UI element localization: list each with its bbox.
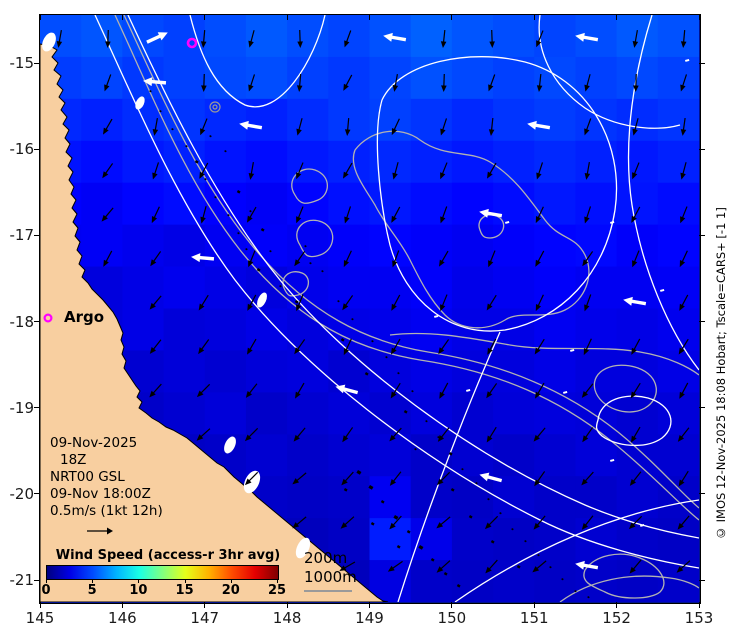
y-tick-label: -16 xyxy=(9,140,35,159)
y-tick xyxy=(34,407,40,409)
x-tick xyxy=(369,602,370,608)
depth-legend-200m: 200m xyxy=(304,549,348,567)
y-tick-right xyxy=(699,493,705,495)
y-tick-right xyxy=(699,62,705,64)
y-tick-label: -15 xyxy=(9,54,35,72)
x-tick-label: 152 xyxy=(602,609,631,627)
x-tick-top xyxy=(286,15,288,20)
y-tick xyxy=(34,62,40,64)
vector-scale-label: 0.5m/s (1kt 12h) xyxy=(50,503,163,519)
x-tick xyxy=(616,602,618,608)
y-tick-right xyxy=(699,321,705,322)
x-tick xyxy=(204,602,206,608)
x-tick-top xyxy=(533,15,535,20)
x-tick-top xyxy=(451,15,453,20)
y-tick-right xyxy=(699,407,705,409)
y-tick xyxy=(34,579,40,581)
depth-1000m-line-sample xyxy=(304,590,352,592)
timestamp-hour: 18Z xyxy=(60,452,87,468)
x-tick-top xyxy=(698,15,700,20)
depth-legend-1000m: 1000m xyxy=(304,568,357,586)
x-tick-label: 150 xyxy=(437,609,467,627)
wind-speed-colorbar: Wind Speed (access-r 3hr avg) 0 5 10 15 20 25 xyxy=(41,548,291,598)
y-tick xyxy=(34,148,40,150)
colorbar-tick-label: 25 xyxy=(267,583,287,598)
depth-contour-legend: 200m 1000m xyxy=(304,549,357,592)
model-timestamp-block: 09-Nov-2025 18Z NRT00 GSL 09-Nov 18:00Z … xyxy=(50,435,163,520)
y-tick-label: -20 xyxy=(9,484,35,503)
scale-arrow-icon xyxy=(86,521,114,540)
y-tick-label: -17 xyxy=(9,226,35,245)
x-tick xyxy=(533,602,535,608)
colorbar-tick-label: 10 xyxy=(129,583,148,598)
x-tick-top xyxy=(121,15,123,20)
colorbar-tick-label: 20 xyxy=(221,583,240,598)
y-tick xyxy=(34,234,40,236)
x-tick-top xyxy=(616,15,618,20)
figure-canvas: 145 146 147 148 149 150 151 152 153 -15 -16 -17 -18-… xyxy=(0,0,742,634)
x-tick xyxy=(698,602,700,608)
y-tick-label: -21 xyxy=(9,571,35,590)
model-time: 09-Nov 18:00Z xyxy=(50,486,151,502)
y-tick-right xyxy=(699,579,705,581)
y-tick-label: -19 xyxy=(9,398,35,417)
x-tick-label: 149 xyxy=(355,609,384,627)
x-tick xyxy=(121,602,123,608)
x-tick-label: 145 xyxy=(25,609,55,627)
y-tick-right xyxy=(699,148,705,150)
y-tick-label: -18 xyxy=(9,312,35,331)
x-tick-top xyxy=(369,15,370,20)
x-tick-label: 153 xyxy=(684,609,714,627)
timestamp-date: 09-Nov-2025 xyxy=(50,435,138,451)
x-tick-label: 151 xyxy=(519,609,549,627)
y-tick xyxy=(34,321,40,322)
argo-label: Argo xyxy=(64,308,105,326)
x-tick-top xyxy=(204,15,206,20)
y-tick-right xyxy=(699,234,705,236)
x-tick-top xyxy=(39,15,41,20)
colorbar-gradient xyxy=(46,565,279,580)
x-tick-label: 148 xyxy=(272,609,302,627)
x-tick-label: 147 xyxy=(190,609,220,627)
colorbar-ticks: 0 5 10 15 20 25 xyxy=(41,580,286,598)
colorbar-tick-label: 0 xyxy=(41,583,51,598)
colorbar-tick-label: 15 xyxy=(175,583,194,598)
x-tick xyxy=(286,602,288,608)
x-tick-label: 146 xyxy=(108,609,137,627)
x-tick xyxy=(39,602,41,608)
model-name: NRT00 GSL xyxy=(50,469,125,485)
copyright-note: © IMOS 12-Nov-2025 18:08 Hobart; Tscale=… xyxy=(714,207,728,541)
x-tick xyxy=(451,602,453,608)
colorbar-title: Wind Speed (access-r 3hr avg) xyxy=(55,548,281,563)
y-tick xyxy=(34,493,40,495)
colorbar-tick-label: 5 xyxy=(87,583,97,598)
